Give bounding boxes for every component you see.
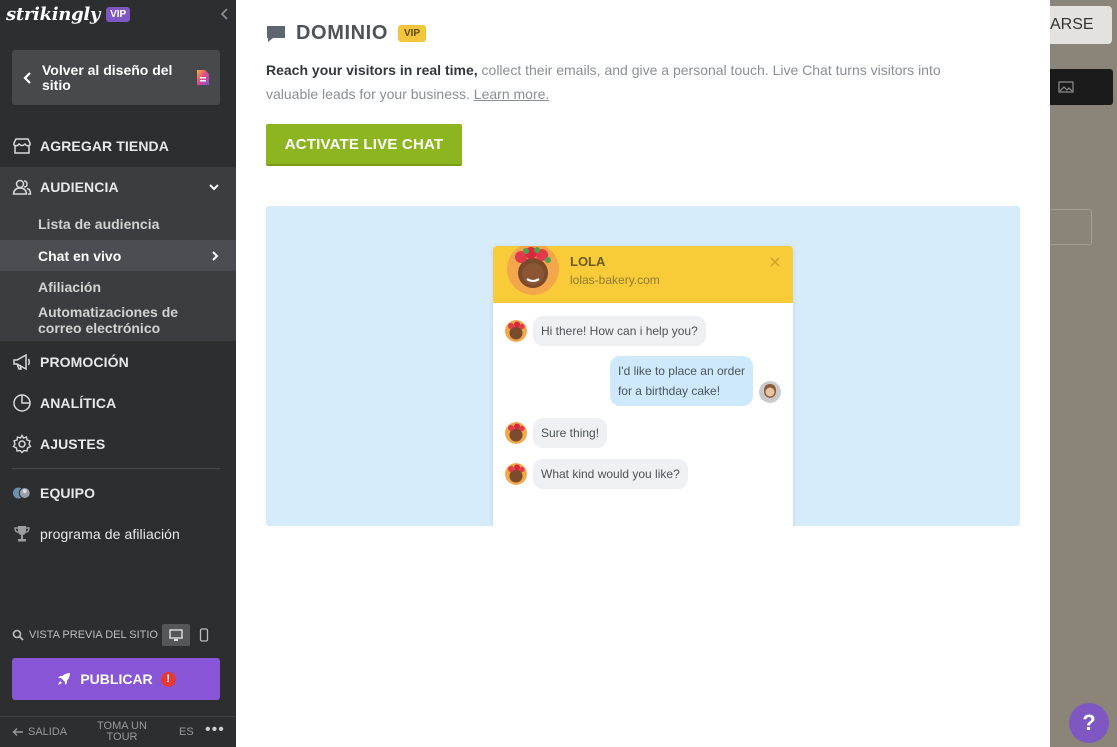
chat-bubble: What kind would you like? — [533, 459, 688, 489]
live-chat-panel: DOMINIO VIP Reach your visitors in real … — [236, 0, 1050, 747]
megaphone-icon — [13, 353, 30, 371]
sidebar-item-affiliation[interactable]: Afiliación — [0, 271, 236, 303]
strikingly-logo: strikingly — [6, 3, 101, 25]
nav-add-store[interactable]: AGREGAR TIENDA — [0, 126, 236, 166]
user-message-line: I'd like to place an order — [617, 364, 745, 378]
desktop-icon — [169, 628, 183, 641]
publish-button[interactable]: PUBLICAR ! — [12, 658, 220, 700]
chat-bubble-icon — [267, 25, 285, 42]
chat-message-agent: Hi there! How can i help you? — [505, 316, 706, 346]
desktop-preview-button[interactable] — [162, 624, 190, 646]
learn-more-link[interactable]: Learn more. — [474, 86, 549, 102]
team-avatars-icon — [12, 487, 31, 499]
nav-team[interactable]: EQUIPO — [0, 473, 236, 513]
pie-chart-icon — [13, 394, 31, 412]
chat-header: LOLA lolas-bakery.com — [493, 246, 793, 303]
chat-message-agent: Sure thing! — [505, 418, 608, 448]
arrow-left-icon — [12, 728, 23, 736]
nav-promotion[interactable]: PROMOCIÓN — [0, 342, 236, 382]
agent-avatar — [505, 320, 527, 342]
chevron-left-icon — [23, 71, 31, 84]
help-button[interactable]: ? — [1069, 703, 1109, 743]
chevron-left-icon[interactable] — [218, 6, 232, 22]
language-selector[interactable]: ES — [179, 726, 194, 738]
nav-add-store-label: AGREGAR TIENDA — [40, 138, 169, 154]
agent-name: LOLA — [570, 254, 606, 269]
site-preview-label[interactable]: VISTA PREVIA DEL SITIO — [29, 629, 158, 641]
divider — [12, 468, 220, 469]
audience-icon — [12, 179, 32, 195]
image-icon — [1058, 81, 1074, 93]
brand[interactable]: strikingly VIP — [6, 2, 131, 26]
live-chat-label: Chat en vivo — [38, 247, 122, 264]
back-button-label: Volver al diseño del sitio — [42, 61, 173, 93]
nav-analytics[interactable]: ANALÍTICA — [0, 383, 236, 423]
rocket-icon — [58, 673, 71, 685]
nav-promotion-label: PROMOCIÓN — [40, 354, 129, 370]
vip-badge: VIP — [397, 25, 427, 42]
nav-audience[interactable]: AUDIENCIA — [0, 167, 236, 207]
agent-avatar — [505, 422, 527, 444]
activate-live-chat-button[interactable]: ACTIVATE LIVE CHAT — [266, 124, 462, 166]
agent-avatar — [505, 463, 527, 485]
chat-bubble: Sure thing! — [533, 418, 608, 448]
chat-widget-preview: LOLA lolas-bakery.com Hi there! How can … — [493, 246, 793, 526]
nav-settings-label: AJUSTES — [40, 436, 106, 452]
description-bold: Reach your visitors in real time, — [266, 62, 478, 78]
media-toolbar[interactable] — [1050, 69, 1113, 105]
background-editor: ARSE ? — [1050, 0, 1117, 747]
sidebar-item-live-chat[interactable]: Chat en vivo — [0, 240, 236, 271]
mobile-icon — [199, 628, 209, 642]
mobile-preview-button[interactable] — [190, 624, 218, 646]
sidebar-item-audience-list[interactable]: Lista de audiencia — [0, 207, 236, 240]
nav-analytics-label: ANALÍTICA — [40, 395, 117, 411]
background-input-field[interactable] — [1050, 209, 1092, 245]
store-icon — [13, 138, 31, 154]
page-title: DOMINIO — [296, 22, 388, 44]
close-icon[interactable] — [769, 256, 781, 268]
trophy-icon — [14, 526, 30, 542]
live-chat-description: Reach your visitors in real time, collec… — [266, 58, 986, 106]
agent-avatar — [507, 246, 559, 295]
affiliation-label: Afiliación — [38, 279, 102, 295]
agent-site: lolas-bakery.com — [570, 273, 660, 287]
chat-message-user: I'd like to place an order for a birthda… — [609, 356, 781, 406]
search-icon — [12, 629, 24, 641]
user-avatar — [759, 381, 781, 403]
chevron-down-icon — [209, 184, 219, 191]
live-chat-preview: LOLA lolas-bakery.com Hi there! How can … — [266, 206, 1020, 526]
chat-bubble: Hi there! How can i help you? — [533, 316, 706, 346]
exit-button[interactable]: SALIDA — [12, 726, 67, 738]
audience-list-label: Lista de audiencia — [38, 215, 160, 232]
nav-team-label: EQUIPO — [40, 485, 96, 501]
site-preview-row: VISTA PREVIA DEL SITIO — [12, 624, 220, 646]
exit-label: SALIDA — [28, 726, 68, 738]
nav-settings[interactable]: AJUSTES — [0, 424, 236, 464]
save-button[interactable]: ARSE — [1050, 6, 1112, 44]
nav-affiliate-program-label: programa de afiliación — [40, 526, 180, 542]
panel-header: DOMINIO VIP — [266, 22, 427, 45]
page-design-icon — [197, 70, 209, 85]
publish-label: PUBLICAR — [80, 671, 153, 687]
vip-badge: VIP — [106, 6, 131, 22]
nav-affiliate-program[interactable]: programa de afiliación — [0, 514, 236, 554]
alert-icon: ! — [160, 671, 176, 687]
chevron-right-icon — [212, 250, 219, 261]
sidebar-footer: SALIDA TOMA UN TOUR ES ••• — [0, 716, 236, 747]
nav-audience-label: AUDIENCIA — [40, 179, 119, 195]
more-options-icon[interactable]: ••• — [205, 721, 225, 739]
chat-bubble-user: I'd like to place an order for a birthda… — [609, 356, 753, 406]
back-to-site-design-button[interactable]: Volver al diseño del sitio — [12, 50, 220, 105]
gear-icon — [12, 434, 32, 454]
sidebar: strikingly VIP Volver al diseño del siti… — [0, 0, 236, 747]
sidebar-item-email-automations[interactable]: Automatizaciones de correo electrónico — [0, 303, 236, 341]
email-automations-label: Automatizaciones de correo electrónico — [38, 304, 179, 336]
take-tour-button[interactable]: TOMA UN TOUR — [90, 721, 154, 743]
chat-message-agent: What kind would you like? — [505, 459, 688, 489]
user-message-line: for a birthday cake! — [617, 384, 721, 398]
